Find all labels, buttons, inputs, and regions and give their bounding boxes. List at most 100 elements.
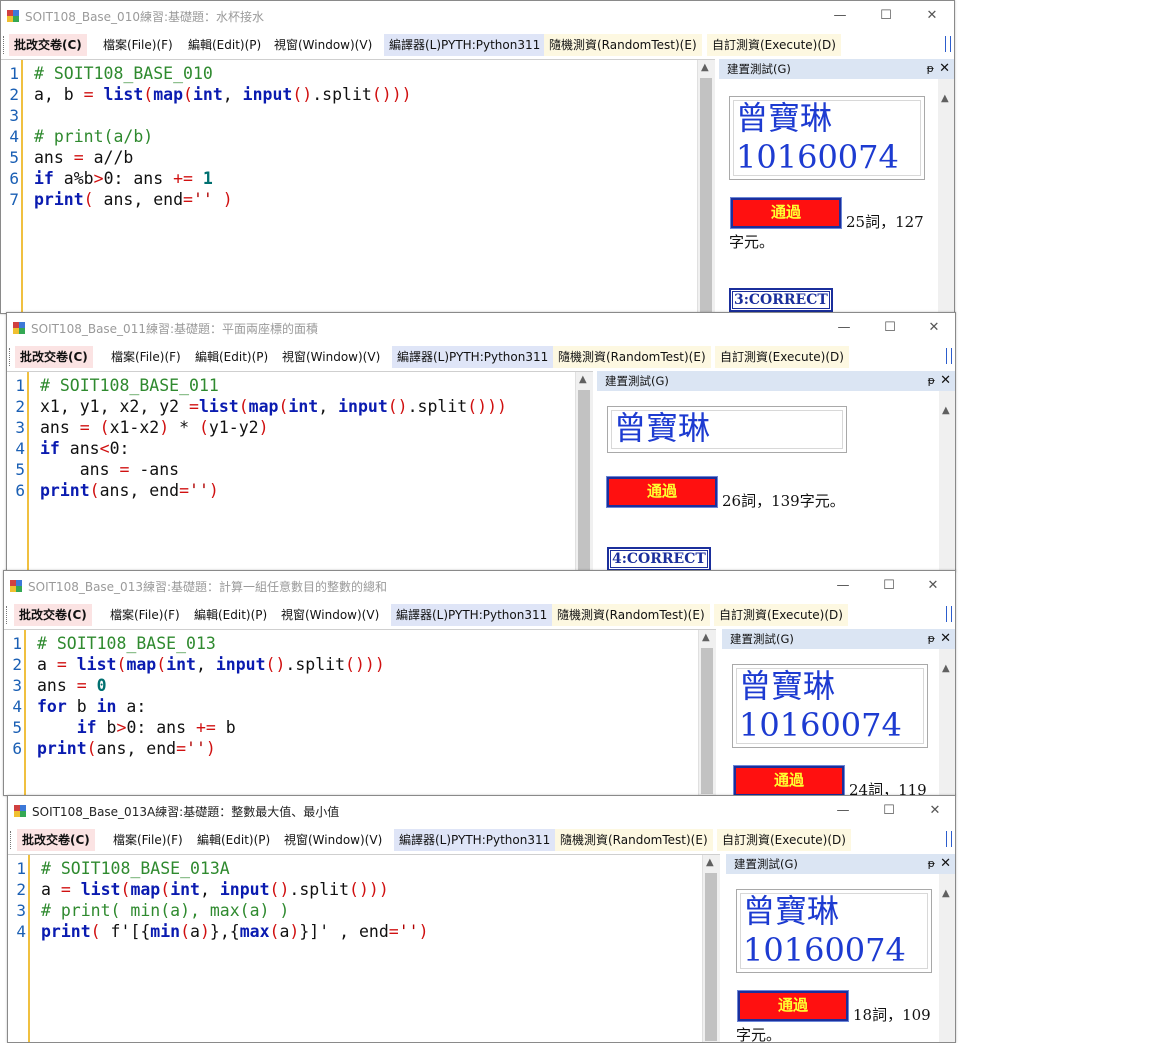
menu-custom-test[interactable]: 自訂測資(Execute)(D) — [707, 34, 841, 56]
panel-close-icon[interactable]: ✕ — [939, 59, 950, 79]
menu-interpreter[interactable]: 編譯器(L)PYTH:Python311 — [391, 604, 553, 626]
code-line[interactable]: if ans<0: — [40, 438, 129, 459]
title-bar[interactable]: SOIT108_Base_013練習:基礎題：計算一組任意數目的整數的總和 — … — [4, 571, 955, 601]
scroll-up-icon[interactable]: ▲ — [942, 405, 950, 416]
code-line[interactable]: print(ans, end='') — [37, 738, 216, 759]
pin-icon[interactable]: ᵽ — [928, 629, 935, 649]
maximize-button[interactable]: ☐ — [866, 798, 912, 824]
menu-edit[interactable]: 編輯(Edit)(P) — [190, 346, 273, 368]
menu-random-test[interactable]: 隨機測資(RandomTest)(E) — [552, 604, 710, 626]
minimize-button[interactable]: — — [820, 573, 866, 599]
scroll-up-icon[interactable]: ▲ — [941, 93, 949, 104]
menu-edit[interactable]: 編輯(Edit)(P) — [189, 604, 272, 626]
menu-file[interactable]: 檔案(File)(F) — [98, 34, 178, 56]
pass-button[interactable]: 通過 — [607, 477, 717, 507]
title-bar[interactable]: SOIT108_Base_011練習:基礎題：平面兩座標的面積 — ☐ ✕ — [7, 313, 955, 343]
menu-random-test[interactable]: 隨機測資(RandomTest)(E) — [553, 346, 711, 368]
code-line[interactable]: a = list(map(int, input().split())) — [41, 879, 389, 900]
menu-window[interactable]: 視窗(Window)(V) — [269, 34, 377, 56]
code-line[interactable]: # SOIT108_BASE_011 — [40, 375, 219, 396]
scroll-up-icon[interactable]: ▲ — [579, 374, 587, 385]
panel-close-icon[interactable]: ✕ — [940, 854, 951, 874]
scroll-thumb[interactable] — [705, 873, 717, 1041]
pin-icon[interactable]: ᵽ — [927, 59, 934, 79]
menu-overflow[interactable] — [946, 831, 952, 847]
code-line[interactable]: a = list(map(int, input().split())) — [37, 654, 385, 675]
scroll-up-icon[interactable]: ▲ — [942, 888, 950, 899]
pin-icon[interactable]: ᵽ — [928, 371, 935, 391]
pin-icon[interactable]: ᵽ — [928, 854, 935, 874]
menu-file[interactable]: 檔案(File)(F) — [106, 346, 186, 368]
code-editor[interactable]: 1234 # SOIT108_BASE_013A a = list(map(int… — [8, 854, 720, 1042]
scroll-thumb[interactable] — [701, 648, 713, 794]
scroll-thumb[interactable] — [700, 78, 712, 313]
menu-interpreter[interactable]: 編譯器(L)PYTH:Python311 — [384, 34, 546, 56]
code-line[interactable]: ans = -ans — [40, 459, 179, 480]
scroll-thumb[interactable] — [578, 390, 590, 570]
menu-window[interactable]: 視窗(Window)(V) — [277, 346, 385, 368]
menu-custom-test[interactable]: 自訂測資(Execute)(D) — [714, 604, 848, 626]
code-editor[interactable]: 123456 # SOIT108_BASE_013 a = list(map(in… — [4, 629, 716, 795]
panel-scrollbar[interactable]: ▲ — [938, 79, 954, 313]
title-bar[interactable]: SOIT108_Base_013A練習:基礎題：整數最大值、最小值 — ☐ ✕ — [8, 796, 955, 826]
code-line[interactable]: # SOIT108_BASE_013 — [37, 633, 216, 654]
title-bar[interactable]: SOIT108_Base_010練習:基礎題：水杯接水 — ☐ ✕ — [1, 1, 954, 31]
menu-window[interactable]: 視窗(Window)(V) — [276, 604, 384, 626]
editor-scrollbar[interactable]: ▲ — [697, 60, 715, 313]
minimize-button[interactable]: — — [821, 315, 867, 341]
code-line[interactable]: if b>0: ans += b — [37, 717, 236, 738]
code-line[interactable]: # print( min(a), max(a) ) — [41, 900, 289, 921]
pass-button[interactable]: 通過 — [734, 766, 844, 795]
menu-file[interactable]: 檔案(File)(F) — [105, 604, 185, 626]
menu-submit[interactable]: 批改交卷(C) — [17, 829, 95, 851]
menu-overflow[interactable] — [946, 348, 952, 364]
menu-edit[interactable]: 編輯(Edit)(P) — [183, 34, 266, 56]
menu-overflow[interactable] — [945, 36, 951, 52]
menu-interpreter[interactable]: 編譯器(L)PYTH:Python311 — [392, 346, 554, 368]
menu-submit[interactable]: 批改交卷(C) — [15, 346, 93, 368]
code-line[interactable]: print(ans, end='') — [40, 480, 219, 501]
code-line[interactable]: ans = 0 — [37, 675, 107, 696]
panel-close-icon[interactable]: ✕ — [940, 629, 951, 649]
code-line[interactable]: ans = a//b — [34, 147, 133, 168]
menu-file[interactable]: 檔案(File)(F) — [108, 829, 188, 851]
editor-scrollbar[interactable]: ▲ — [575, 372, 593, 571]
code-editor[interactable]: 1234567 # SOIT108_BASE_010 a, b = list(ma… — [1, 59, 715, 313]
panel-scrollbar[interactable]: ▲ — [939, 649, 955, 795]
maximize-button[interactable]: ☐ — [863, 3, 909, 29]
minimize-button[interactable]: — — [820, 798, 866, 824]
close-button[interactable]: ✕ — [911, 315, 955, 341]
menu-submit[interactable]: 批改交卷(C) — [9, 34, 87, 56]
code-line[interactable]: print( ans, end='' ) — [34, 189, 233, 210]
menu-interpreter[interactable]: 編譯器(L)PYTH:Python311 — [394, 829, 556, 851]
menu-custom-test[interactable]: 自訂測資(Execute)(D) — [715, 346, 849, 368]
pass-button[interactable]: 通過 — [731, 198, 841, 228]
scroll-up-icon[interactable]: ▲ — [701, 62, 709, 73]
maximize-button[interactable]: ☐ — [866, 573, 912, 599]
code-line[interactable]: # SOIT108_BASE_010 — [34, 63, 213, 84]
scroll-up-icon[interactable]: ▲ — [702, 632, 710, 643]
panel-scrollbar[interactable]: ▲ — [939, 874, 955, 1042]
code-line[interactable]: for b in a: — [37, 696, 146, 717]
menu-random-test[interactable]: 隨機測資(RandomTest)(E) — [555, 829, 713, 851]
maximize-button[interactable]: ☐ — [867, 315, 913, 341]
code-line[interactable]: ans = (x1-x2) * (y1-y2) — [40, 417, 269, 438]
code-line[interactable]: a, b = list(map(int, input().split())) — [34, 84, 412, 105]
close-button[interactable]: ✕ — [909, 3, 954, 29]
menu-random-test[interactable]: 隨機測資(RandomTest)(E) — [544, 34, 702, 56]
menu-overflow[interactable] — [946, 606, 952, 622]
code-line[interactable]: # print(a/b) — [34, 126, 153, 147]
close-button[interactable]: ✕ — [910, 573, 955, 599]
code-line[interactable]: if a%b>0: ans += 1 — [34, 168, 213, 189]
code-editor[interactable]: 123456 # SOIT108_BASE_011 x1, y1, x2, y2 … — [7, 371, 593, 571]
scroll-up-icon[interactable]: ▲ — [706, 857, 714, 868]
menu-custom-test[interactable]: 自訂測資(Execute)(D) — [717, 829, 851, 851]
editor-scrollbar[interactable]: ▲ — [698, 630, 716, 795]
code-line[interactable]: print( f'[{min(a)},{max(a)}]' , end='') — [41, 921, 429, 942]
editor-scrollbar[interactable]: ▲ — [702, 855, 720, 1042]
scroll-up-icon[interactable]: ▲ — [942, 663, 950, 674]
close-button[interactable]: ✕ — [912, 798, 955, 824]
code-line[interactable]: x1, y1, x2, y2 =list(map(int, input().sp… — [40, 396, 507, 417]
pass-button[interactable]: 通過 — [738, 991, 848, 1021]
panel-scrollbar[interactable]: ▲ — [939, 391, 955, 571]
